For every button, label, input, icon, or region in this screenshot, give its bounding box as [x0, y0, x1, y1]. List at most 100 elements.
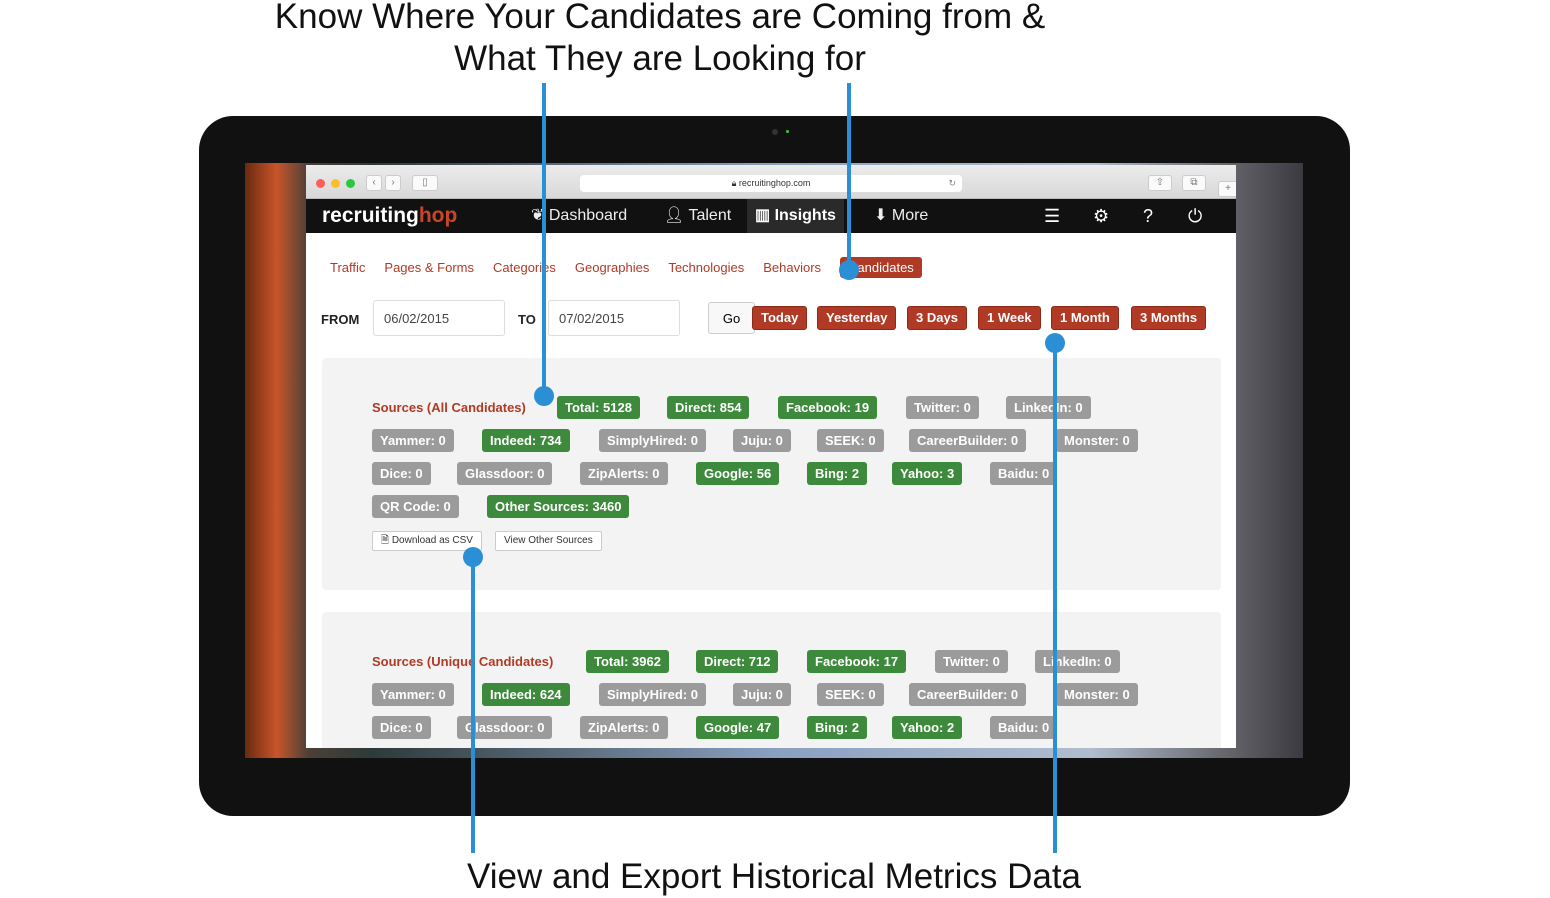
source-badge: LinkedIn: 0: [1035, 650, 1120, 673]
preset-1-month[interactable]: 1 Month: [1051, 306, 1119, 330]
source-badge: Yahoo: 3: [892, 462, 963, 485]
source-badge: Juju: 0: [733, 429, 791, 452]
preset-1-week[interactable]: 1 Week: [978, 306, 1041, 330]
source-badge: Total: 5128: [557, 396, 640, 419]
source-badge: Google: 47: [696, 716, 780, 739]
source-badge: Dice: 0: [372, 462, 431, 485]
file-icon: 🗎︎: [381, 535, 390, 546]
source-badge: CareerBuilder: 0: [909, 429, 1027, 452]
forward-icon[interactable]: ›: [385, 175, 401, 191]
top-nav: recruitinghop ❦ Dashboard 👤︎ Talent ▥ In…: [306, 199, 1236, 233]
tab-behaviors[interactable]: Behaviors: [763, 260, 821, 278]
source-badge: Facebook: 17: [807, 650, 907, 673]
headline-bottom: View and Export Historical Metrics Data: [466, 857, 1082, 896]
reload-icon[interactable]: ↻: [948, 175, 956, 192]
source-badge: Baidu: 0: [990, 462, 1058, 485]
minimize-window-button[interactable]: [331, 179, 340, 188]
tab-geographies[interactable]: Geographies: [575, 260, 649, 278]
source-badge: Bing: 2: [807, 716, 868, 739]
address-bar[interactable]: 🔒︎ recruitinghop.com ↻: [580, 175, 962, 192]
gears-icon[interactable]: ⚙: [1093, 199, 1109, 233]
nav-insights[interactable]: ▥ Insights: [747, 199, 844, 233]
back-icon[interactable]: ‹: [366, 175, 382, 191]
to-label: TO: [518, 312, 536, 327]
panel-title: Sources (All Candidates): [372, 400, 526, 415]
help-icon[interactable]: ?: [1143, 199, 1153, 233]
source-badge: Baidu: 0: [990, 716, 1058, 739]
tab-categories[interactable]: Categories: [493, 260, 556, 278]
panel-all-candidates: Sources (All Candidates) 🗎︎ Download as …: [322, 358, 1221, 590]
preset-3-days[interactable]: 3 Days: [907, 306, 967, 330]
maximize-window-button[interactable]: [346, 179, 355, 188]
source-badge: Juju: 0: [733, 683, 791, 706]
source-badge: Dice: 0: [372, 716, 431, 739]
callout-dot: [534, 386, 554, 406]
headline-line-2: What They are Looking for: [454, 39, 866, 78]
source-badge: Twitter: 0: [935, 650, 1008, 673]
url-text: recruitinghop.com: [738, 178, 811, 188]
browser-window: ‹ › ▯ 🔒︎ recruitinghop.com ↻ ⇧ ⧉ + recrui…: [306, 165, 1236, 748]
callout-dot: [1045, 333, 1065, 353]
source-badge: LinkedIn: 0: [1006, 396, 1091, 419]
callout-line: [1053, 343, 1057, 853]
panel-title: Sources (Unique Candidates): [372, 654, 554, 669]
insights-subnav: Traffic Pages & Forms Categories Geograp…: [330, 257, 922, 278]
source-badge: ZipAlerts: 0: [580, 462, 668, 485]
list-icon[interactable]: ☰: [1044, 199, 1060, 233]
go-button[interactable]: Go: [708, 302, 755, 334]
tab-traffic[interactable]: Traffic: [330, 260, 365, 278]
power-icon[interactable]: ⏻: [1188, 199, 1202, 233]
callout-line: [471, 557, 475, 853]
share-icon[interactable]: ⇧: [1148, 175, 1172, 191]
camera: [772, 129, 778, 135]
nav-talent[interactable]: 👤︎ Talent: [664, 199, 731, 233]
to-date-input[interactable]: [548, 300, 680, 336]
callout-line: [847, 83, 851, 270]
source-badge: Bing: 2: [807, 462, 868, 485]
source-badge: Direct: 712: [696, 650, 779, 673]
source-badge: Monster: 0: [1056, 683, 1138, 706]
callout-line: [542, 83, 546, 396]
source-badge: Total: 3962: [586, 650, 669, 673]
source-badge: Indeed: 734: [482, 429, 570, 452]
callout-dot: [839, 260, 859, 280]
source-badge: Google: 56: [696, 462, 780, 485]
close-window-button[interactable]: [316, 179, 325, 188]
camera-led: [786, 130, 789, 133]
nav-more[interactable]: ⬇ More: [874, 199, 928, 233]
download-csv-button[interactable]: 🗎︎ Download as CSV: [372, 531, 482, 551]
source-badge: Direct: 854: [667, 396, 750, 419]
source-badge: Yammer: 0: [372, 429, 454, 452]
preset-3-months[interactable]: 3 Months: [1131, 306, 1207, 330]
download-circle-icon: ⬇: [874, 207, 888, 224]
source-badge: CareerBuilder: 0: [909, 683, 1027, 706]
from-label: FROM: [321, 312, 360, 327]
callout-dot: [463, 547, 483, 567]
logo[interactable]: recruitinghop: [322, 204, 457, 228]
tabs-icon[interactable]: ⧉: [1182, 175, 1206, 191]
source-badge: Other Sources: 3460: [487, 495, 630, 518]
source-badge: Monster: 0: [1056, 429, 1138, 452]
headline-line-1: Know Where Your Candidates are Coming fr…: [274, 0, 1046, 36]
bar-chart-icon: ▥: [755, 207, 771, 224]
source-badge: Twitter: 0: [906, 396, 979, 419]
source-badge: SimplyHired: 0: [599, 429, 707, 452]
preset-yesterday[interactable]: Yesterday: [817, 306, 897, 330]
from-date-input[interactable]: [373, 300, 505, 336]
tab-technologies[interactable]: Technologies: [668, 260, 744, 278]
tab-pages-forms[interactable]: Pages & Forms: [384, 260, 474, 278]
new-tab-icon[interactable]: +: [1218, 181, 1236, 197]
source-badge: Glassdoor: 0: [457, 462, 553, 485]
sidebar-icon[interactable]: ▯: [412, 175, 438, 191]
lock-icon: 🔒︎: [731, 178, 737, 188]
user-icon: 👤︎: [664, 207, 685, 224]
source-badge: QR Code: 0: [372, 495, 459, 518]
panel-unique-candidates: Sources (Unique Candidates) Total: 3962 D…: [322, 612, 1221, 748]
source-badge: Yammer: 0: [372, 683, 454, 706]
preset-today[interactable]: Today: [752, 306, 808, 330]
source-badge: ZipAlerts: 0: [580, 716, 668, 739]
browser-toolbar: ‹ › ▯ 🔒︎ recruitinghop.com ↻ ⇧ ⧉ +: [306, 165, 1236, 199]
date-range: FROM TO Go Today Yesterday 3 Days 1 Week…: [321, 300, 1221, 336]
view-other-sources-button[interactable]: View Other Sources: [495, 531, 602, 551]
source-badge: SEEK: 0: [817, 683, 884, 706]
